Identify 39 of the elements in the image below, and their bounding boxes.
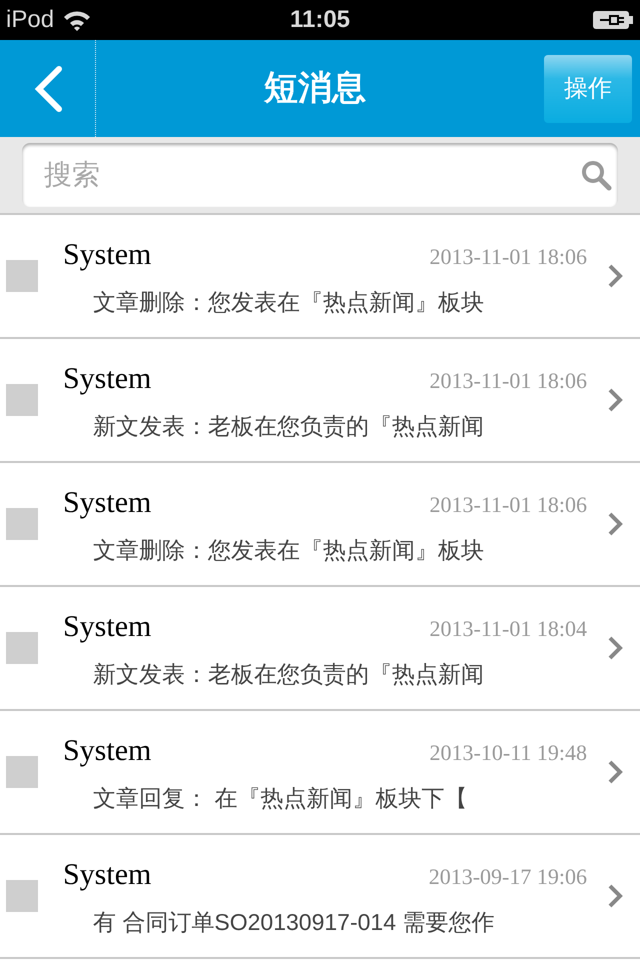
chevron-icon [607,883,623,909]
action-button[interactable]: 操作 [544,54,632,122]
message-time: 2013-09-17 19:06 [428,863,587,892]
search-field[interactable]: 搜索 [22,143,618,207]
sender-name: System [63,733,152,770]
sender-name: System [63,857,152,894]
chevron-icon [607,635,623,661]
checkbox[interactable] [6,756,38,788]
message-preview: 有 合同订单SO20130917-014 需要您作 [93,908,494,938]
sender-name: System [63,485,152,522]
sender-name: System [63,237,152,274]
checkbox[interactable] [6,632,38,664]
message-time: 2013-11-01 18:06 [430,491,587,520]
sender-name: System [63,361,152,398]
message-preview: 文章删除：您发表在『热点新闻』板块 [93,536,484,566]
battery-icon [592,10,634,30]
message-time: 2013-11-01 18:06 [430,367,587,396]
search-icon [580,159,612,191]
device-name: iPod [6,5,54,35]
chevron-icon [607,511,623,537]
message-time: 2013-11-01 18:04 [430,615,587,644]
message-preview: 新文发表：老板在您负责的『热点新闻 [93,412,484,442]
screen-title: 短消息 [264,68,366,109]
back-icon [32,64,62,112]
checkbox[interactable] [6,384,38,416]
chevron-icon [607,263,623,289]
checkbox[interactable] [6,260,38,292]
message-preview: 文章删除：您发表在『热点新闻』板块 [93,288,484,318]
wifi-icon [62,9,92,31]
message-preview: 新文发表：老板在您负责的『热点新闻 [93,660,484,690]
chevron-icon [607,759,623,785]
chevron-icon [607,387,623,413]
message-time: 2013-10-11 19:48 [430,739,587,768]
message-preview: 文章回复： 在『热点新闻』板块下【 [93,784,468,814]
checkbox[interactable] [6,880,38,912]
sender-name: System [63,609,152,646]
checkbox[interactable] [6,508,38,540]
clock: 11:05 [290,5,350,35]
message-time: 2013-11-01 18:06 [430,243,587,272]
